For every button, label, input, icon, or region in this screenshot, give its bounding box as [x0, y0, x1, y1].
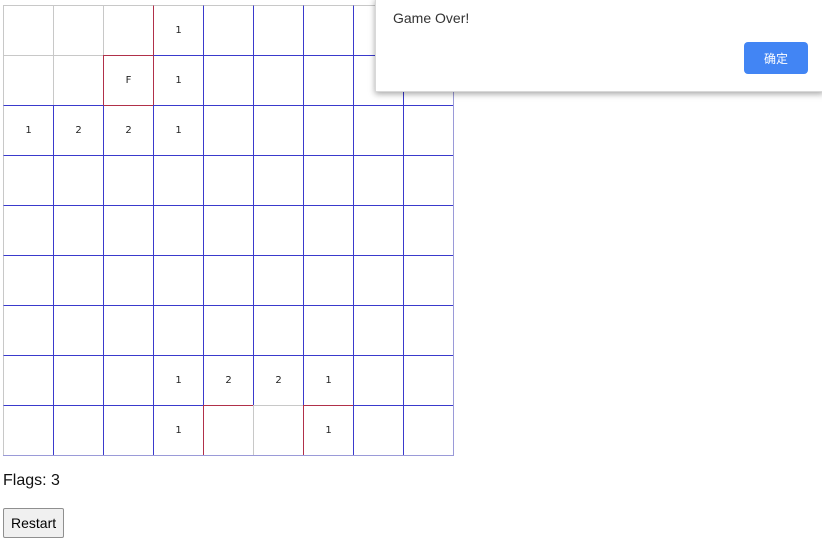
- board-cell[interactable]: 1: [153, 405, 203, 455]
- board-cell[interactable]: [203, 55, 253, 105]
- board-cell[interactable]: [53, 155, 103, 205]
- board-cell[interactable]: [153, 155, 203, 205]
- board-cell[interactable]: [253, 205, 303, 255]
- board-cell[interactable]: [53, 405, 103, 455]
- board-cell[interactable]: [303, 255, 353, 305]
- board-cell[interactable]: [3, 305, 53, 355]
- board-cell[interactable]: [103, 355, 153, 405]
- board-cell[interactable]: [403, 255, 453, 305]
- board-cell[interactable]: [203, 405, 253, 455]
- board-cell[interactable]: [403, 355, 453, 405]
- board-cell[interactable]: [103, 255, 153, 305]
- board-cell[interactable]: [353, 355, 403, 405]
- board-cell[interactable]: 1: [303, 405, 353, 455]
- board-cell[interactable]: 1: [3, 105, 53, 155]
- dialog-message: Game Over!: [393, 10, 470, 26]
- board-cell[interactable]: [403, 205, 453, 255]
- board-cell[interactable]: [203, 205, 253, 255]
- board-cell[interactable]: [403, 305, 453, 355]
- board-cell[interactable]: [153, 205, 203, 255]
- board-cell[interactable]: [153, 255, 203, 305]
- board-cell[interactable]: [3, 155, 53, 205]
- board-cell[interactable]: [203, 305, 253, 355]
- board-cell[interactable]: [103, 405, 153, 455]
- board-cell[interactable]: [353, 305, 403, 355]
- board-cell[interactable]: [3, 5, 53, 55]
- dialog-ok-button[interactable]: 确定: [744, 42, 808, 74]
- board-cell[interactable]: [103, 205, 153, 255]
- board-cell[interactable]: 2: [203, 355, 253, 405]
- board-cell[interactable]: [3, 405, 53, 455]
- board-cell[interactable]: F: [103, 55, 153, 105]
- board-cell[interactable]: [103, 155, 153, 205]
- board-cell[interactable]: [353, 255, 403, 305]
- board-cell[interactable]: [3, 205, 53, 255]
- board-cell[interactable]: [153, 305, 203, 355]
- board-cell[interactable]: 1: [153, 105, 203, 155]
- board-cell[interactable]: [103, 305, 153, 355]
- alert-dialog: Game Over! 确定: [375, 0, 822, 92]
- board-cell[interactable]: 2: [103, 105, 153, 155]
- board-cell[interactable]: 1: [153, 355, 203, 405]
- board-cell[interactable]: [353, 155, 403, 205]
- board-cell[interactable]: [253, 155, 303, 205]
- flags-counter: Flags: 3: [3, 472, 60, 490]
- board-cell[interactable]: [303, 305, 353, 355]
- board-cell[interactable]: [303, 5, 353, 55]
- board-cell[interactable]: [403, 155, 453, 205]
- board-cell[interactable]: [53, 355, 103, 405]
- board-cell[interactable]: [353, 105, 403, 155]
- board-cell[interactable]: [3, 55, 53, 105]
- flags-count: 3: [51, 472, 60, 489]
- board-cell[interactable]: [3, 355, 53, 405]
- board-cell[interactable]: [203, 255, 253, 305]
- board-cell[interactable]: [403, 105, 453, 155]
- board-cell[interactable]: [3, 255, 53, 305]
- board-cell[interactable]: 1: [153, 55, 203, 105]
- board-cell[interactable]: 1: [303, 355, 353, 405]
- minesweeper-app: 1F11221122111 Flags: 3 Restart Game Over…: [0, 0, 822, 552]
- board-cell[interactable]: [53, 5, 103, 55]
- board-cell[interactable]: [303, 205, 353, 255]
- board-cell[interactable]: [303, 55, 353, 105]
- board-cell[interactable]: [253, 255, 303, 305]
- board-cell[interactable]: [253, 405, 303, 455]
- board-cell[interactable]: [403, 405, 453, 455]
- board-cell[interactable]: [53, 55, 103, 105]
- board-cell[interactable]: [253, 105, 303, 155]
- board-cell[interactable]: [53, 255, 103, 305]
- board-cell[interactable]: [203, 105, 253, 155]
- board-cell[interactable]: [53, 305, 103, 355]
- board-cell[interactable]: 1: [153, 5, 203, 55]
- board-cell[interactable]: [353, 405, 403, 455]
- board-cell[interactable]: [203, 155, 253, 205]
- board-cell[interactable]: [203, 5, 253, 55]
- flags-label: Flags:: [3, 472, 47, 489]
- board-cell[interactable]: [353, 205, 403, 255]
- board-cell[interactable]: [253, 5, 303, 55]
- board-cell[interactable]: [303, 155, 353, 205]
- board-cell[interactable]: 2: [253, 355, 303, 405]
- board-cell[interactable]: [53, 205, 103, 255]
- board-cell[interactable]: [253, 305, 303, 355]
- restart-button[interactable]: Restart: [3, 508, 65, 538]
- board-cell[interactable]: [103, 5, 153, 55]
- board-cell[interactable]: [303, 105, 353, 155]
- board-cell[interactable]: [253, 55, 303, 105]
- board-cell[interactable]: 2: [53, 105, 103, 155]
